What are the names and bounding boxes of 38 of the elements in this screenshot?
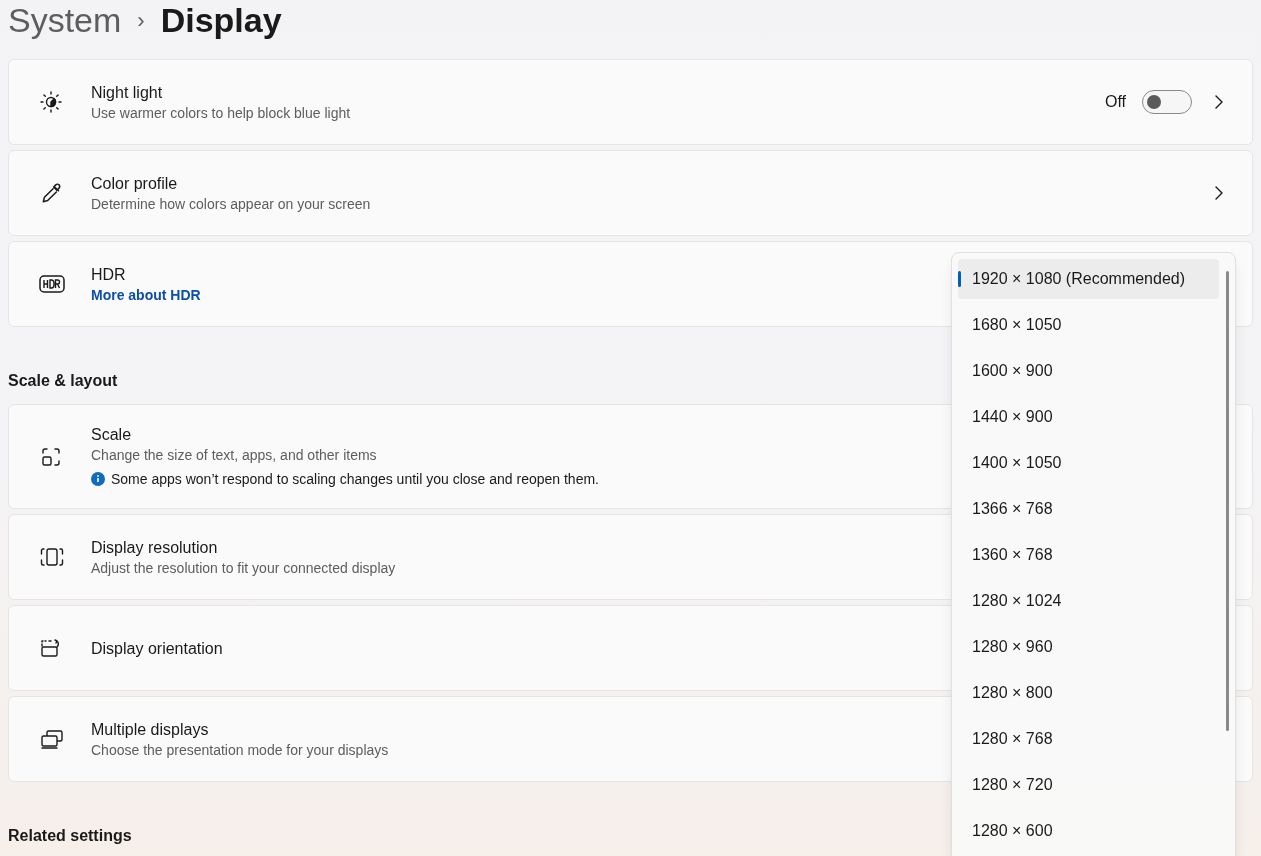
multiple-monitors-icon [39,727,65,751]
toggle-state-label: Off [1104,92,1126,112]
setting-card[interactable]: Color profile Determine how colors appear on your screen [8,150,1253,236]
setting-title: HDR [91,264,126,285]
setting-title: Display orientation [91,638,223,659]
resolution-option[interactable]: 1400 × 1050 [958,443,1219,483]
hdr-icon [39,275,65,293]
resolution-option[interactable]: 1280 × 600 [958,811,1219,851]
chevron-right-icon[interactable] [1214,95,1224,109]
night-light-toggle[interactable] [1142,90,1192,114]
page-title: Display [160,0,282,41]
resolution-option[interactable]: 1280 × 768 [958,719,1219,759]
setting-title: Scale [91,424,132,445]
setting-title: Display resolution [91,537,218,558]
setting-title: Multiple displays [91,719,209,740]
setting-description: Choose the presentation mode for your displays [91,740,389,760]
setting-title: Night light [91,82,163,103]
resolution-icon [39,545,65,569]
setting-title: Color profile [91,173,178,194]
hdr-link[interactable]: More about HDR [91,284,201,305]
brightness-icon [39,90,63,114]
setting-card[interactable]: Night light Use warmer colors to help block blue light Off [8,59,1253,145]
info-icon [91,472,105,486]
resolution-option[interactable]: 1280 × 960 [958,627,1219,667]
breadcrumb-parent[interactable]: System [8,0,122,46]
scrollbar-thumb[interactable] [1226,271,1229,731]
resolution-option[interactable]: 1600 × 900 [958,351,1219,391]
setting-description: Determine how colors appear on your screen [91,194,371,214]
setting-description: Change the size of text, apps, and other items [91,445,377,465]
chevron-right-icon[interactable] [1214,186,1224,200]
info-message: Some apps won’t respond to scaling changes until you close and reopen them. [111,469,599,489]
section-heading: Related settings [8,826,132,845]
resolution-option[interactable]: 1360 × 768 [958,535,1219,575]
breadcrumb-separator: › [137,6,145,35]
resolution-option[interactable]: 1920 × 1080 (Recommended) [958,259,1219,299]
setting-description: Use warmer colors to help block blue light [91,103,351,123]
section-heading: Scale & layout [8,371,118,390]
setting-description: Adjust the resolution to fit your connected display [91,558,396,578]
